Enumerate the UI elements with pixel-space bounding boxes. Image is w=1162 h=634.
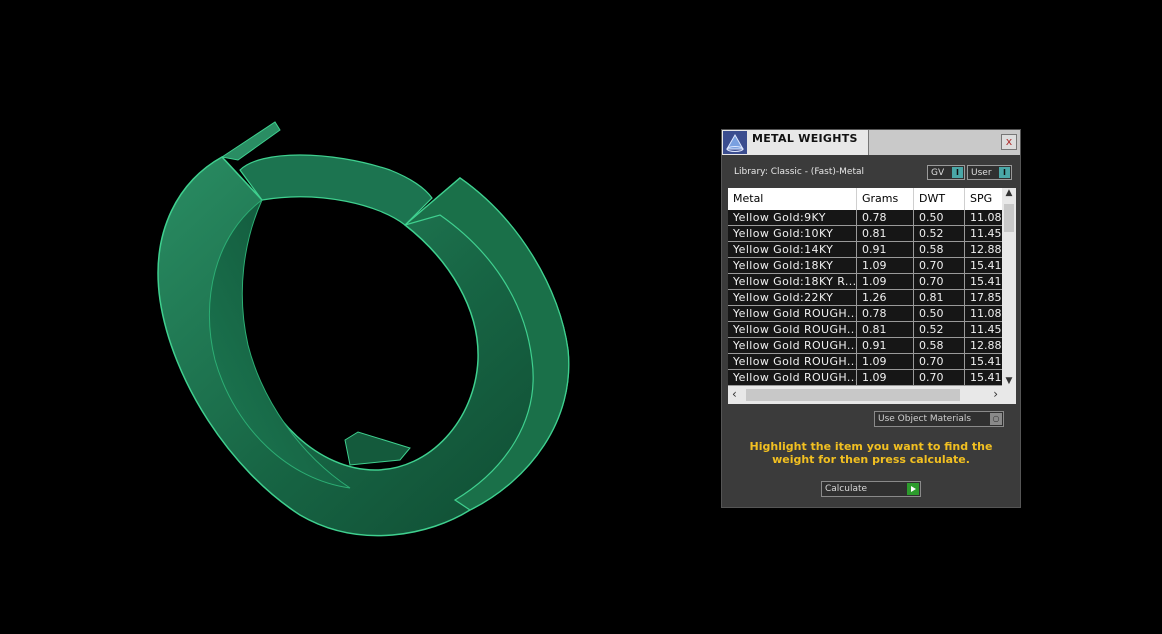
cell-spg: 11.08 [970, 211, 1002, 224]
table-header: Metal Grams DWT SPG [728, 188, 1002, 210]
cell-metal: Yellow Gold ROUGH... [728, 338, 857, 353]
table-row[interactable]: Yellow Gold ROUGH... 0.78 0.50 11.08 [728, 306, 1002, 322]
cell-dwt: 0.70 [914, 354, 965, 369]
cell-grams: 0.78 [857, 210, 914, 225]
scroll-up-icon[interactable]: ▲ [1002, 188, 1016, 198]
play-icon[interactable] [907, 483, 919, 495]
scroll-down-icon[interactable]: ▼ [1002, 376, 1016, 386]
cell-dwt: 0.50 [914, 306, 965, 321]
cell-dwt: 0.50 [914, 210, 965, 225]
cell-spg: 11.45 [970, 227, 1002, 240]
cell-metal: Yellow Gold:10KY [728, 226, 857, 241]
cell-spg: 11.08 [970, 307, 1002, 320]
close-button[interactable]: x [1001, 134, 1017, 150]
user-toggle-label: User [971, 168, 992, 178]
cell-metal: Yellow Gold:14KY [728, 242, 857, 257]
gv-toggle-label: GV [931, 168, 945, 178]
user-toggle[interactable]: User I [967, 165, 1012, 180]
gv-toggle[interactable]: GV I [927, 165, 965, 180]
ring-hinge-tube [239, 154, 433, 226]
cell-grams: 0.91 [857, 242, 914, 257]
cell-metal: Yellow Gold ROUGH... [728, 370, 857, 385]
cell-spg: 12.88 [970, 339, 1002, 352]
cell-metal: Yellow Gold:22KY [728, 290, 857, 305]
cell-dwt: 0.52 [914, 226, 965, 241]
ring-top-cap [220, 121, 281, 161]
cell-metal: Yellow Gold:18KY [728, 258, 857, 273]
cell-grams: 1.09 [857, 370, 914, 385]
column-header-grams[interactable]: Grams [857, 188, 914, 210]
cell-spg: 15.41 [970, 371, 1002, 384]
metal-weights-panel: METAL WEIGHTS x Library: Classic - (Fast… [721, 129, 1021, 508]
cell-dwt: 0.70 [914, 370, 965, 385]
cell-metal: Yellow Gold ROUGH... [728, 306, 857, 321]
cell-dwt: 0.58 [914, 242, 965, 257]
scroll-left-icon[interactable]: ‹ [732, 387, 737, 401]
ring-latch-notch [344, 431, 411, 466]
table-row[interactable]: Yellow Gold ROUGH... 1.09 0.70 15.41 [728, 354, 1002, 370]
table-row[interactable]: Yellow Gold ROUGH... 0.91 0.58 12.88 [728, 338, 1002, 354]
app-logo-icon [723, 131, 747, 154]
cell-dwt: 0.70 [914, 274, 965, 289]
cell-dwt: 0.58 [914, 338, 965, 353]
library-label: Library: Classic - (Fast)-Metal [734, 167, 865, 177]
table-row[interactable]: Yellow Gold ROUGH... 0.81 0.52 11.45 [728, 322, 1002, 338]
column-header-metal[interactable]: Metal [728, 188, 857, 210]
cell-metal: Yellow Gold:9KY [728, 210, 857, 225]
material-select[interactable]: Use Object Materials ○ [874, 411, 1004, 427]
horizontal-scrollbar[interactable]: ‹ › [728, 386, 1016, 404]
cell-spg: 17.85 [970, 291, 1002, 304]
cell-grams: 1.09 [857, 258, 914, 273]
cell-grams: 1.26 [857, 290, 914, 305]
scroll-right-icon[interactable]: › [993, 387, 998, 401]
cell-dwt: 0.81 [914, 290, 965, 305]
column-header-dwt[interactable]: DWT [914, 188, 965, 210]
cell-grams: 0.81 [857, 226, 914, 241]
table-row[interactable]: Yellow Gold:18KY R... 1.09 0.70 15.41 [728, 274, 1002, 290]
cell-metal: Yellow Gold:18KY R... [728, 274, 857, 289]
cell-grams: 1.09 [857, 274, 914, 289]
vertical-scroll-thumb[interactable] [1004, 204, 1014, 232]
table-row[interactable]: Yellow Gold ROUGH... 1.09 0.70 15.41 [728, 370, 1002, 386]
user-toggle-knob: I [999, 167, 1010, 178]
cell-spg: 11.45 [970, 323, 1002, 336]
cell-spg: 15.41 [970, 355, 1002, 368]
cell-metal: Yellow Gold ROUGH... [728, 322, 857, 337]
calculate-label: Calculate [825, 484, 868, 494]
cell-grams: 0.81 [857, 322, 914, 337]
panel-title: METAL WEIGHTS [752, 132, 858, 145]
table-row[interactable]: Yellow Gold:9KY 0.78 0.50 11.08 [728, 210, 1002, 226]
table-body: Yellow Gold:9KY 0.78 0.50 11.08 Yellow Gold:… [728, 210, 1002, 386]
table-row[interactable]: Yellow Gold:14KY 0.91 0.58 12.88 [728, 242, 1002, 258]
dropdown-arrow-icon[interactable]: ○ [990, 413, 1002, 425]
title-tab: METAL WEIGHTS [722, 130, 869, 155]
column-header-spg[interactable]: SPG [965, 188, 1002, 210]
table-row[interactable]: Yellow Gold:10KY 0.81 0.52 11.45 [728, 226, 1002, 242]
instruction-text: Highlight the item you want to find the … [749, 440, 993, 466]
table-row[interactable]: Yellow Gold:22KY 1.26 0.81 17.85 [728, 290, 1002, 306]
horizontal-scroll-thumb[interactable] [746, 389, 960, 401]
calculate-button[interactable]: Calculate [821, 481, 921, 497]
cell-grams: 1.09 [857, 354, 914, 369]
panel-titlebar[interactable]: METAL WEIGHTS x [722, 130, 1020, 155]
cell-dwt: 0.70 [914, 258, 965, 273]
material-select-value: Use Object Materials [878, 414, 972, 424]
hinged-hoop-earring-model[interactable] [157, 121, 570, 537]
cell-spg: 15.41 [970, 275, 1002, 288]
cell-dwt: 0.52 [914, 322, 965, 337]
cell-grams: 0.91 [857, 338, 914, 353]
metal-weights-table: Metal Grams DWT SPG Yellow Gold:9KY 0.78 0… [728, 188, 1016, 404]
gv-toggle-knob: I [952, 167, 963, 178]
table-row[interactable]: Yellow Gold:18KY 1.09 0.70 15.41 [728, 258, 1002, 274]
vertical-scrollbar[interactable]: ▲ ▼ [1002, 188, 1016, 386]
cell-metal: Yellow Gold ROUGH... [728, 354, 857, 369]
cell-spg: 12.88 [970, 243, 1002, 256]
cell-grams: 0.78 [857, 306, 914, 321]
cell-spg: 15.41 [970, 259, 1002, 272]
